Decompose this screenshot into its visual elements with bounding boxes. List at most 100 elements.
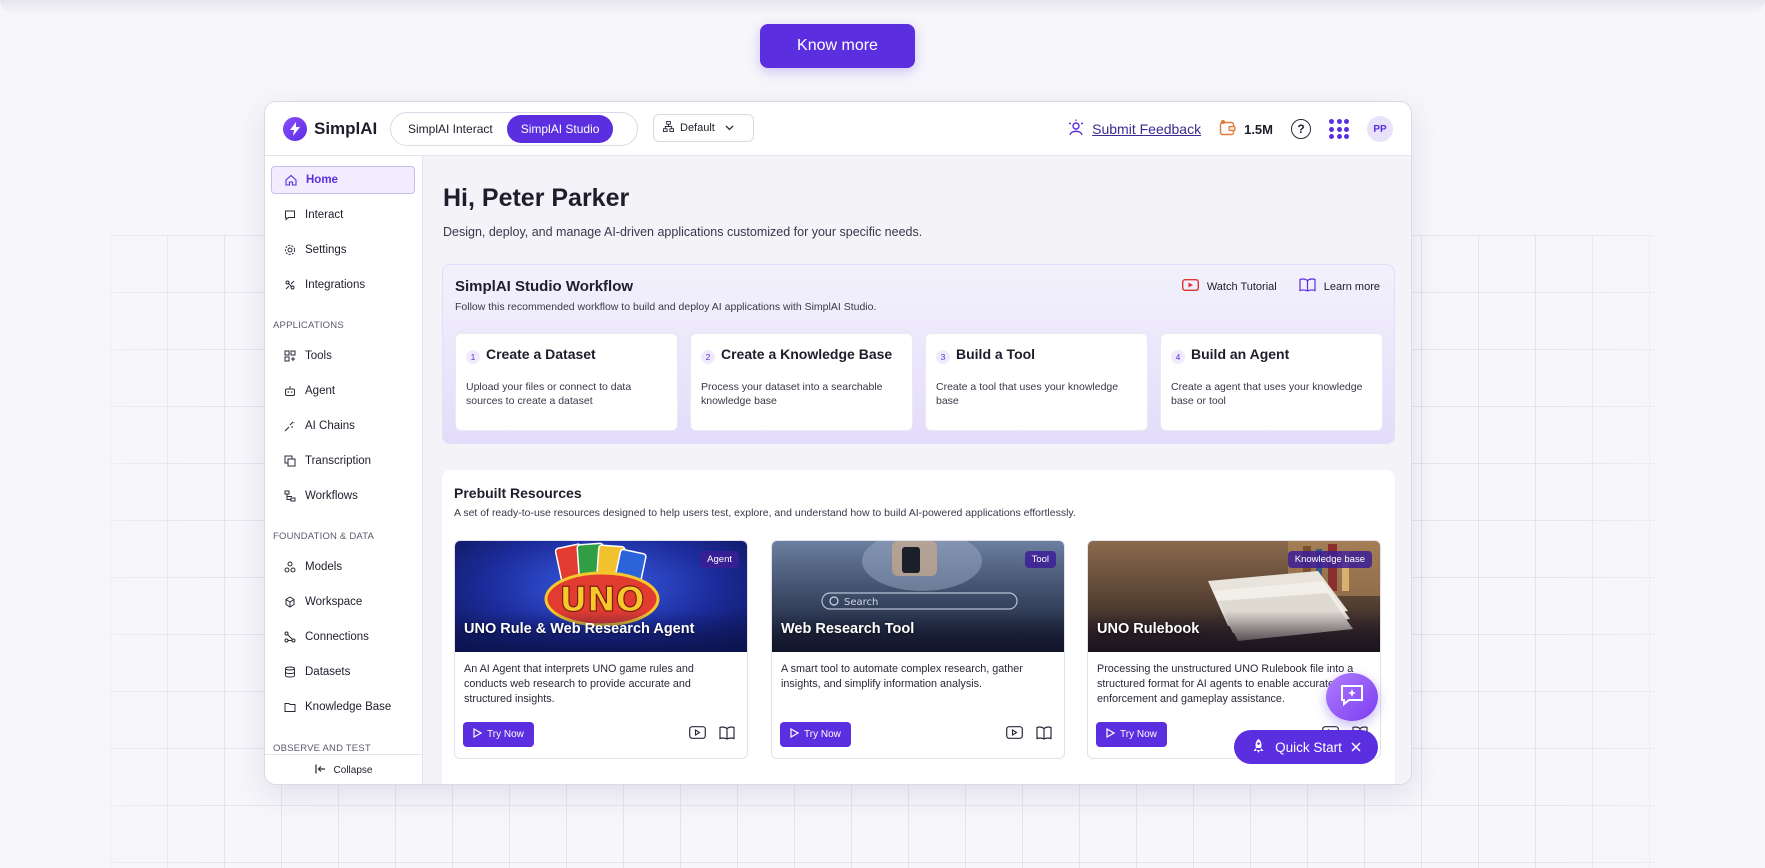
sidebar-item-ai-chains[interactable]: AI Chains <box>271 412 415 440</box>
sidebar-item-label: Datasets <box>305 666 351 678</box>
learn-more-link[interactable]: Learn more <box>1299 278 1380 295</box>
mode-interact-button[interactable]: SimplAI Interact <box>394 115 507 143</box>
resource-title: Web Research Tool <box>781 621 915 637</box>
datasets-icon <box>283 666 296 679</box>
sidebar-item-label: Workflows <box>305 490 358 502</box>
try-now-label: Try Now <box>1120 729 1157 740</box>
step-number: 3 <box>936 350 950 364</box>
close-icon[interactable] <box>1351 740 1361 755</box>
sidebar: Home Interact Settings Integrations APPL… <box>265 156 423 784</box>
step-title: Build an Agent <box>1191 346 1290 362</box>
sidebar-item-workflows[interactable]: Workflows <box>271 482 415 510</box>
ai-chains-icon <box>283 420 296 433</box>
video-icon[interactable] <box>689 726 706 740</box>
step-description: Upload your files or connect to data sou… <box>466 381 632 407</box>
resource-card[interactable]: UNO Agent UNO Rule & Web Research Agent … <box>454 540 748 759</box>
logo-bolt-icon <box>283 117 307 141</box>
submit-feedback-label: Submit Feedback <box>1092 121 1202 137</box>
try-now-button[interactable]: Try Now <box>1096 722 1167 747</box>
chat-assistant-button[interactable] <box>1326 673 1378 721</box>
step-number: 4 <box>1171 350 1185 364</box>
sidebar-section-observe: OBSERVE AND TEST <box>273 743 371 754</box>
app-launcher-grid-icon[interactable] <box>1329 119 1349 139</box>
submit-feedback-link[interactable]: Submit Feedback <box>1067 119 1201 140</box>
uno-cards-image: UNO Agent UNO Rule & Web Research Agent <box>455 541 747 652</box>
resource-badge: Agent <box>700 551 739 568</box>
sidebar-item-integrations[interactable]: Integrations <box>271 271 415 299</box>
workflow-step-card[interactable]: 4 Build an Agent Create a agent that use… <box>1160 333 1383 431</box>
sidebar-item-tools[interactable]: Tools <box>271 342 415 370</box>
integrations-icon <box>283 279 296 292</box>
step-description: Process your dataset into a searchable k… <box>701 381 883 407</box>
sidebar-item-connections[interactable]: Connections <box>271 623 415 651</box>
sidebar-item-label: Knowledge Base <box>305 701 392 713</box>
workspace-select-value: Default <box>680 122 715 134</box>
step-title: Create a Knowledge Base <box>721 346 893 362</box>
sidebar-item-label: Integrations <box>305 279 366 291</box>
resource-card[interactable]: Knowledge base UNO Rulebook Processing t… <box>1087 540 1381 759</box>
resource-actions <box>689 726 735 740</box>
quick-start-button[interactable]: Quick Start <box>1234 730 1378 764</box>
play-icon <box>1106 727 1116 741</box>
workflow-panel: SimplAI Studio Workflow Follow this reco… <box>442 264 1395 444</box>
workflow-step-card[interactable]: 3 Build a Tool Create a tool that uses y… <box>925 333 1148 431</box>
sidebar-item-agent[interactable]: Agent <box>271 377 415 405</box>
sidebar-item-workspace[interactable]: Workspace <box>271 588 415 616</box>
sidebar-item-home[interactable]: Home <box>271 166 415 194</box>
mode-studio-button[interactable]: SimplAI Studio <box>506 115 614 143</box>
help-icon[interactable]: ? <box>1291 119 1311 139</box>
sidebar-section-applications: APPLICATIONS <box>273 320 344 331</box>
resource-description: An AI Agent that interprets UNO game rul… <box>464 663 694 705</box>
logo-text: SimplAI <box>314 119 378 138</box>
top-right-actions: Submit Feedback 1.5M ? PP <box>1067 116 1393 142</box>
sidebar-item-models[interactable]: Models <box>271 553 415 581</box>
connections-icon <box>283 631 296 644</box>
main-content: Hi, Peter Parker Design, deploy, and man… <box>423 156 1411 784</box>
know-more-button[interactable]: Know more <box>760 24 915 68</box>
sidebar-item-label: Tools <box>305 350 332 362</box>
collapse-sidebar-button[interactable]: Collapse <box>265 754 422 784</box>
sidebar-item-label: Workspace <box>305 596 363 608</box>
watch-tutorial-link[interactable]: Watch Tutorial <box>1181 278 1277 295</box>
sidebar-item-interact[interactable]: Interact <box>271 201 415 229</box>
try-now-button[interactable]: Try Now <box>463 722 534 747</box>
sidebar-item-label: Home <box>306 174 338 186</box>
logo[interactable]: SimplAI <box>283 117 377 141</box>
learn-more-label: Learn more <box>1323 280 1380 293</box>
resource-card[interactable]: Search Tool Web Research Tool A smart to… <box>771 540 1065 759</box>
resource-title: UNO Rule & Web Research Agent <box>464 621 695 637</box>
top-bar: SimplAI SimplAI Interact SimplAI Studio … <box>265 102 1411 156</box>
play-icon <box>473 727 483 741</box>
workflow-step-card[interactable]: 2 Create a Knowledge Base Process your d… <box>690 333 913 431</box>
workflow-step-card[interactable]: 1 Create a Dataset Upload your files or … <box>455 333 678 431</box>
top-section-shadow <box>0 0 1765 14</box>
page-subtitle: Design, deploy, and manage AI-driven app… <box>443 225 923 239</box>
tools-icon <box>283 350 296 363</box>
models-icon <box>283 561 296 574</box>
chat-sparkle-icon <box>1339 683 1365 712</box>
sidebar-item-transcription[interactable]: Transcription <box>271 447 415 475</box>
gear-icon <box>283 244 296 257</box>
rulebook-papers-image: Knowledge base UNO Rulebook <box>1088 541 1380 652</box>
sidebar-item-knowledge-base[interactable]: Knowledge Base <box>271 693 415 721</box>
sidebar-item-settings[interactable]: Settings <box>271 236 415 264</box>
agent-icon <box>283 385 296 398</box>
rocket-icon <box>1251 738 1266 757</box>
book-icon[interactable] <box>719 726 735 740</box>
play-icon <box>790 727 800 741</box>
avatar[interactable]: PP <box>1367 116 1393 142</box>
quick-start-label: Quick Start <box>1275 739 1342 755</box>
sidebar-item-label: Interact <box>305 209 344 221</box>
resource-badge: Tool <box>1024 551 1056 568</box>
workspace-select[interactable]: Default <box>653 114 754 142</box>
web-research-image: Search Tool Web Research Tool <box>772 541 1064 652</box>
book-icon[interactable] <box>1036 726 1052 740</box>
sidebar-item-datasets[interactable]: Datasets <box>271 658 415 686</box>
try-now-button[interactable]: Try Now <box>780 722 851 747</box>
chat-bubble-icon <box>283 209 296 222</box>
sidebar-item-label: Agent <box>305 385 336 397</box>
chevron-down-icon <box>725 122 734 134</box>
video-icon[interactable] <box>1006 726 1023 740</box>
credits-display[interactable]: 1.5M <box>1219 119 1273 140</box>
resource-actions <box>1006 726 1052 740</box>
